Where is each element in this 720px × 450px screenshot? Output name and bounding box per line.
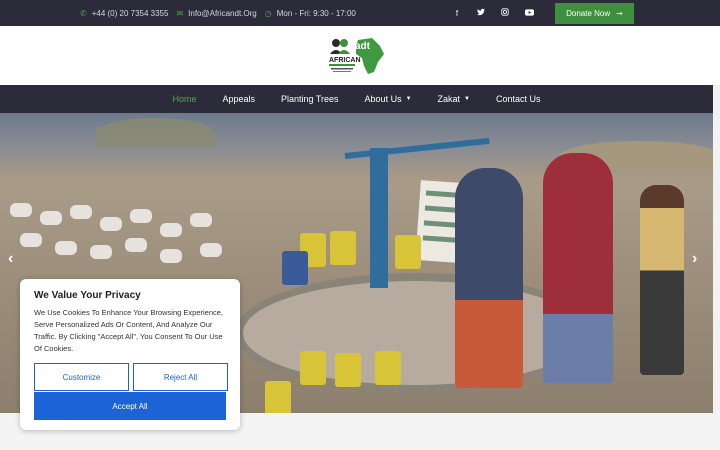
nav-item-label: Appeals	[222, 94, 255, 104]
social-links: f	[452, 0, 534, 26]
donate-now-button[interactable]: Donate Now ➞	[555, 3, 634, 24]
instagram-icon[interactable]	[500, 8, 510, 18]
hero-image-jerrycan	[300, 351, 326, 385]
donate-label: Donate Now	[566, 9, 611, 18]
nav-item-label: Home	[172, 94, 197, 104]
phone-icon: ✆	[80, 8, 87, 18]
reject-all-button[interactable]: Reject All	[133, 363, 228, 391]
email-item[interactable]: ✉ Info@Africandt.Org	[176, 9, 256, 18]
top-info-bar: ✆ +44 (0) 20 7354 3355 ✉ Info@Africandt.…	[0, 0, 720, 26]
nav-item-planting-trees[interactable]: Planting Trees	[268, 94, 352, 104]
hero-image-jerrycan	[375, 351, 401, 385]
chevron-down-icon: ▼	[405, 96, 412, 102]
nav-item-zakat[interactable]: Zakat ▼	[425, 94, 483, 104]
contact-info: ✆ +44 (0) 20 7354 3355 ✉ Info@Africandt.…	[80, 0, 356, 26]
logo-bar: adt AFRICAN	[0, 26, 720, 85]
slider-next-arrow-icon[interactable]: ›	[692, 250, 697, 268]
svg-text:adt: adt	[355, 41, 371, 52]
hero-image-person	[455, 168, 523, 388]
clock-icon: ◷	[264, 8, 272, 18]
cookie-consent-dialog: We Value Your Privacy We Use Cookies To …	[20, 279, 240, 430]
svg-text:AFRICAN: AFRICAN	[329, 57, 361, 64]
hero-image-person	[543, 153, 613, 383]
hero-image-hill	[95, 118, 215, 148]
hero-image-pump-arm	[344, 137, 490, 159]
nav-menu: Home Appeals Planting Trees About Us ▼ Z…	[159, 94, 553, 104]
site-logo[interactable]: adt AFRICAN	[328, 36, 386, 76]
chevron-down-icon: ▼	[464, 96, 470, 102]
nav-item-appeals[interactable]: Appeals	[209, 94, 268, 104]
nav-item-label: Planting Trees	[281, 94, 339, 104]
accept-all-button[interactable]: Accept All	[34, 392, 226, 420]
arrow-right-icon: ➞	[616, 9, 623, 18]
hero-image-well	[235, 273, 595, 393]
hours-item: ◷ Mon - Fri: 9:30 - 17:00	[265, 9, 356, 18]
nav-item-label: Contact Us	[496, 94, 541, 104]
hero-image-jerrycan	[330, 231, 356, 265]
nav-item-contact-us[interactable]: Contact Us	[483, 94, 554, 104]
slider-prev-arrow-icon[interactable]: ‹	[8, 250, 13, 268]
nav-item-about-us[interactable]: About Us ▼	[352, 94, 425, 104]
hero-image-pump	[370, 148, 388, 288]
phone-text: +44 (0) 20 7354 3355	[91, 8, 169, 18]
phone-item[interactable]: ✆ +44 (0) 20 7354 3355	[80, 9, 168, 18]
customize-button[interactable]: Customize	[34, 363, 129, 391]
hero-image-jerrycan	[335, 353, 361, 387]
nav-item-label: Zakat	[437, 94, 461, 104]
cookie-title: We Value Your Privacy	[34, 290, 141, 301]
email-text: Info@Africandt.Org	[188, 8, 257, 18]
youtube-icon[interactable]	[524, 8, 534, 18]
hero-image-jerrycan	[282, 251, 308, 285]
hero-image-goats	[0, 183, 240, 273]
hero-image-jerrycan	[395, 235, 421, 269]
main-navigation: Home Appeals Planting Trees About Us ▼ Z…	[0, 85, 713, 113]
nav-item-home[interactable]: Home	[159, 94, 209, 104]
twitter-icon[interactable]	[476, 8, 486, 18]
hero-image-person	[640, 185, 684, 375]
facebook-icon[interactable]: f	[452, 9, 462, 18]
hours-text: Mon - Fri: 9:30 - 17:00	[276, 8, 356, 18]
nav-item-label: About Us	[364, 94, 402, 104]
hero-image-jerrycan	[265, 381, 291, 413]
envelope-icon: ✉	[176, 8, 184, 18]
cookie-body-text: We Use Cookies To Enhance Your Browsing …	[34, 308, 223, 353]
